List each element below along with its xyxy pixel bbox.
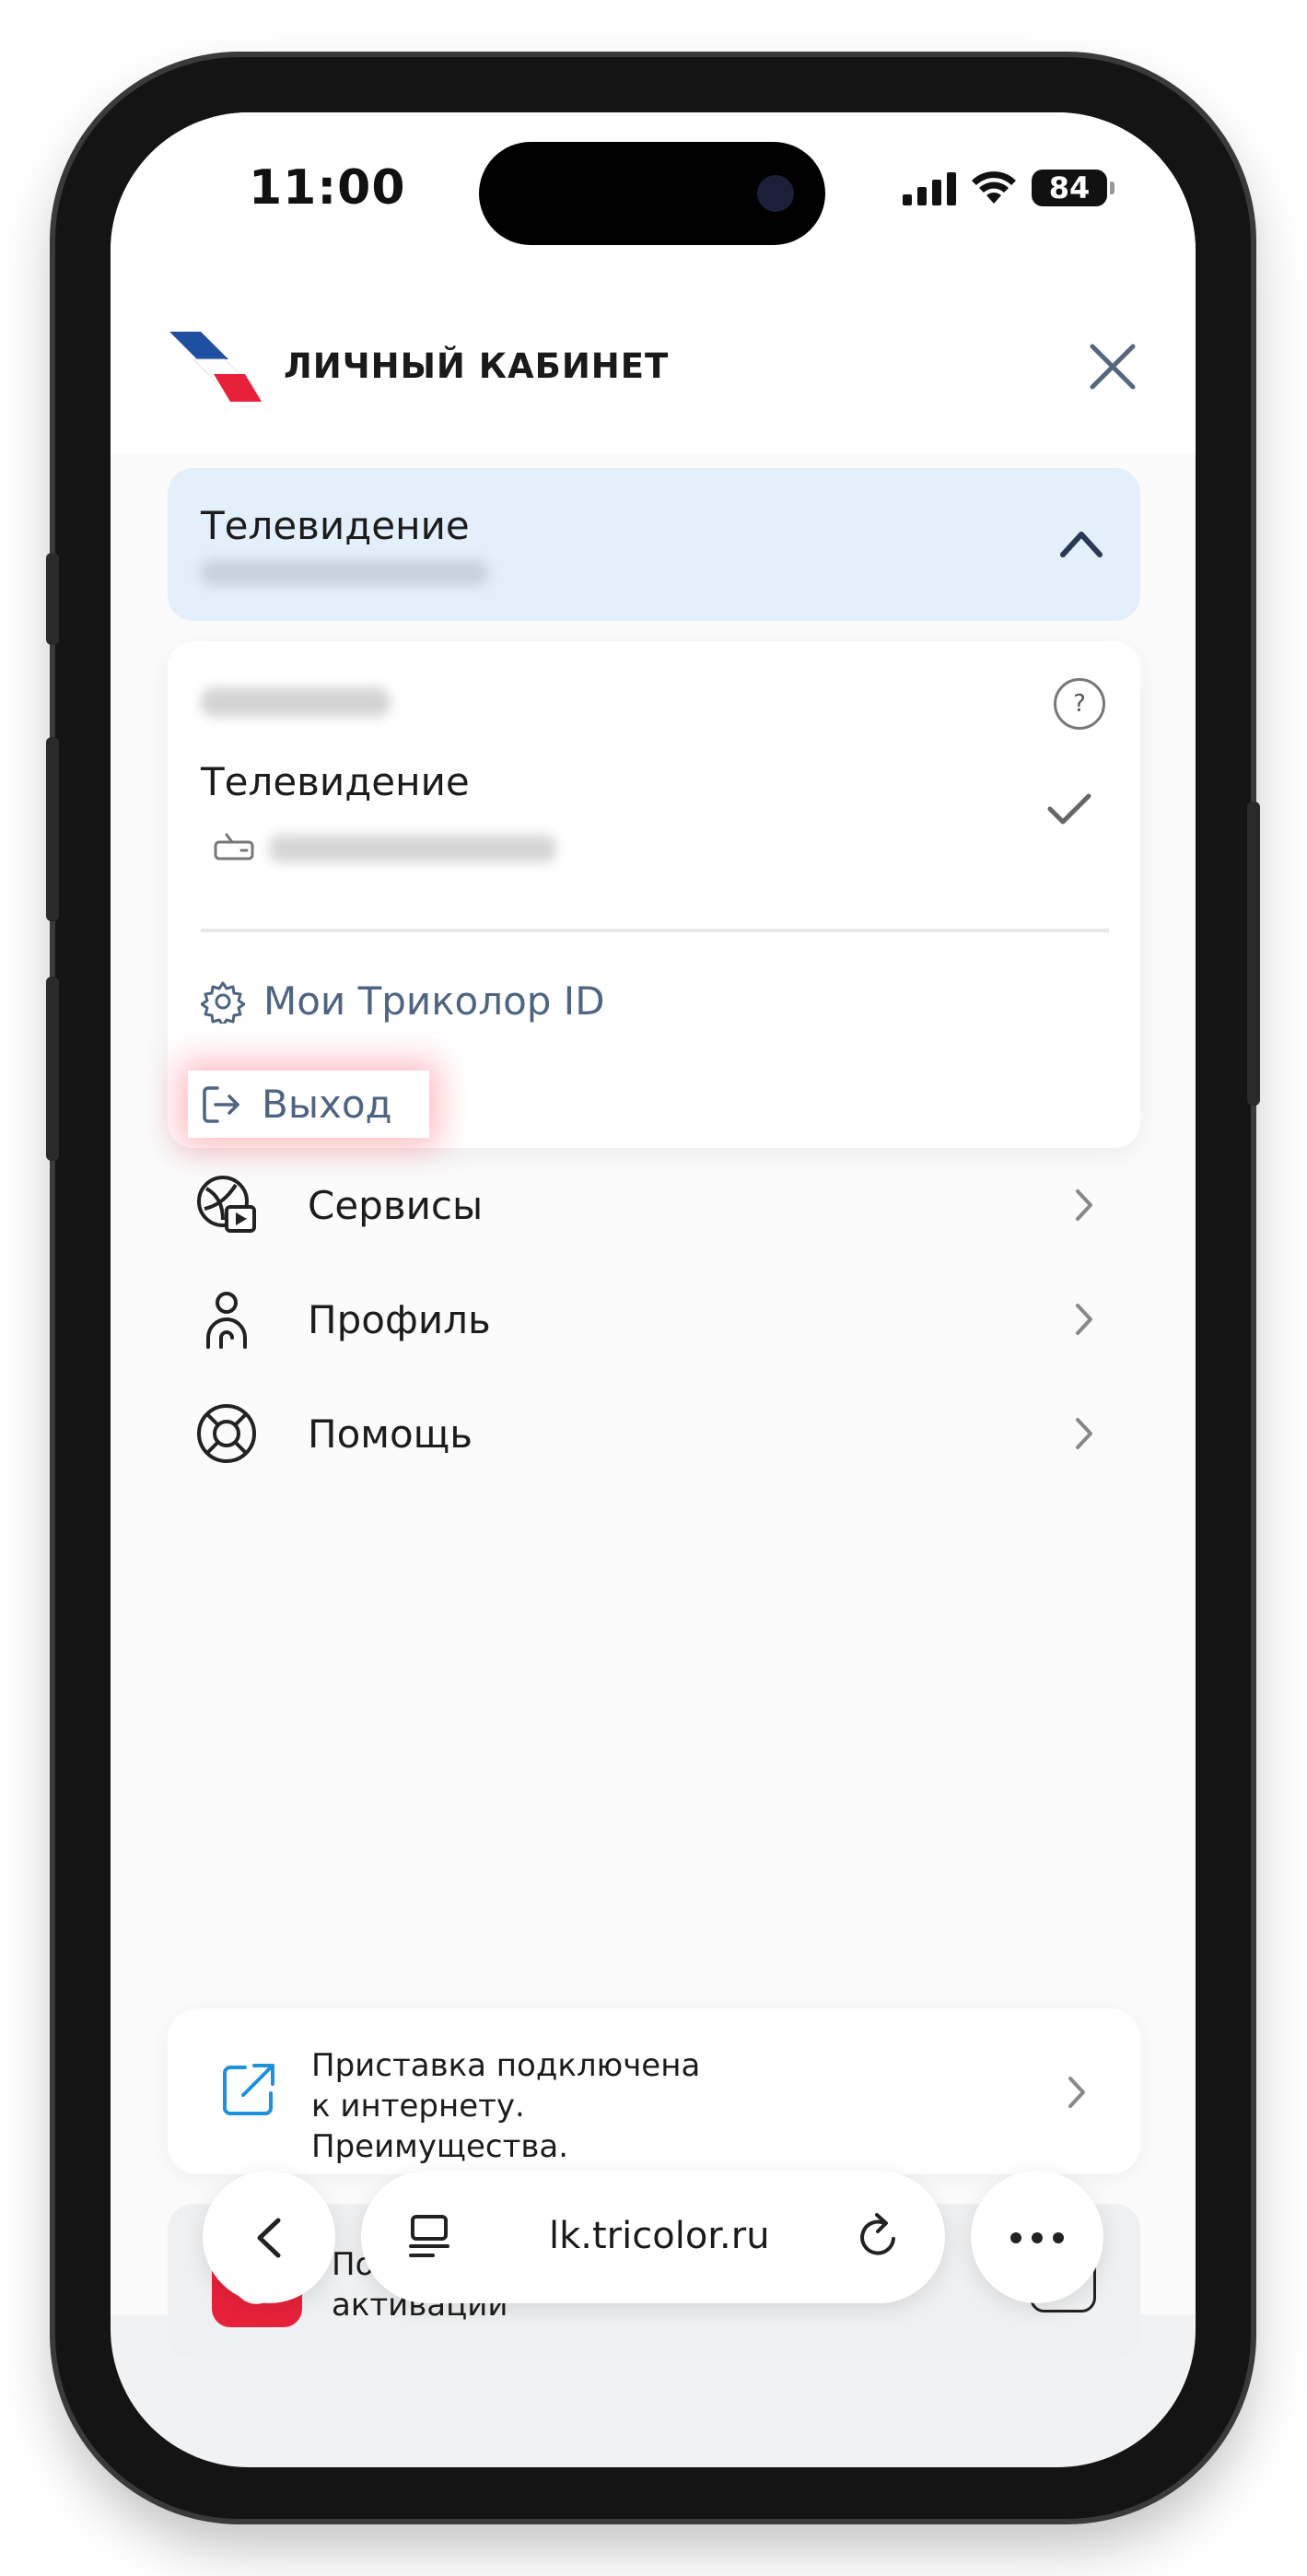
nav-item-services[interactable]: Сервисы <box>168 1159 1140 1251</box>
header-title: ЛИЧНЫЙ КАБИНЕТ <box>284 346 670 386</box>
signal-icon <box>903 170 956 205</box>
question-icon[interactable]: ? <box>1054 678 1105 730</box>
browser-more-button[interactable] <box>971 2171 1103 2303</box>
chevron-right-icon <box>1076 1189 1092 1221</box>
chevron-right-icon <box>1076 1418 1092 1449</box>
chevron-left-icon <box>257 2218 281 2258</box>
promo-line-1: Приставка подключена <box>311 2047 701 2084</box>
contract-id-redacted <box>269 835 556 862</box>
camera-icon <box>757 175 794 212</box>
lifebuoy-icon <box>197 1404 256 1463</box>
logout-menu-item[interactable]: Выход <box>188 1071 429 1138</box>
external-link-icon <box>223 2064 274 2115</box>
promo-text: Приставка подключена к интернету. Преиму… <box>311 2045 700 2167</box>
tricolor-logo-icon <box>169 332 262 402</box>
phone-volume-up-button <box>46 737 59 921</box>
browser-toolbar: lk.tricolor.ru <box>111 2161 1196 2309</box>
chevron-up-icon[interactable] <box>1059 525 1103 562</box>
reader-icon[interactable] <box>405 2213 453 2261</box>
chevron-right-icon <box>1068 2077 1085 2108</box>
logout-label: Выход <box>262 1082 392 1127</box>
tricolor-id-menu-item[interactable]: Мои Триколор ID <box>201 978 605 1024</box>
account-dropdown: ? Телевидение Мои Триколор ID Выход <box>168 641 1140 1148</box>
promo-line-2: к интернету. <box>311 2088 525 2125</box>
nav-label-services: Сервисы <box>308 1182 484 1228</box>
account-selector[interactable]: Телевидение <box>168 468 1140 621</box>
browser-address-bar[interactable]: lk.tricolor.ru <box>361 2171 945 2303</box>
side-menu-panel: ЛИЧНЫЙ КАБИНЕТ Телевидение ? Телевидение <box>111 269 1196 2359</box>
nav-item-profile[interactable]: Профиль <box>168 1273 1140 1365</box>
browser-url: lk.tricolor.ru <box>549 2215 770 2257</box>
account-selector-title: Телевидение <box>201 503 470 548</box>
service-title[interactable]: Телевидение <box>201 759 470 804</box>
reload-icon[interactable] <box>853 2211 904 2263</box>
browser-back-button[interactable] <box>203 2171 335 2303</box>
close-icon[interactable] <box>1085 339 1140 394</box>
profile-icon <box>206 1292 247 1349</box>
account-id-redacted <box>201 560 488 586</box>
phone-power-button <box>1247 802 1260 1106</box>
tricolor-id-label: Мои Триколор ID <box>263 978 605 1024</box>
nav-label-help: Помощь <box>308 1411 473 1457</box>
receiver-icon <box>214 833 254 861</box>
checkmark-icon <box>1047 793 1091 825</box>
wifi-icon <box>972 171 1016 204</box>
status-time: 11:00 <box>249 160 406 216</box>
nav-label-profile: Профиль <box>308 1296 491 1342</box>
divider <box>201 929 1109 932</box>
phone-volume-down-button <box>46 977 59 1161</box>
user-name-redacted <box>201 687 391 717</box>
nav-item-help[interactable]: Помощь <box>168 1388 1140 1480</box>
menu-header: ЛИЧНЫЙ КАБИНЕТ <box>111 269 1196 453</box>
internet-promo-card[interactable]: Приставка подключена к интернету. Преиму… <box>168 2008 1140 2174</box>
status-indicators: 84 <box>903 170 1114 206</box>
phone-mute-button <box>46 553 59 645</box>
dynamic-island <box>479 142 825 245</box>
chevron-right-icon <box>1076 1304 1092 1335</box>
logout-icon <box>203 1085 239 1123</box>
phone-screen: 11:00 84 ЛИЧНЫЙ КАБИНЕТ Телевидение ? Те… <box>111 112 1196 2467</box>
more-icon <box>1010 2232 1064 2243</box>
gear-icon <box>201 981 245 1024</box>
battery-indicator: 84 <box>1032 170 1114 206</box>
services-icon <box>197 1176 256 1233</box>
status-bar: 11:00 84 <box>111 112 1196 269</box>
